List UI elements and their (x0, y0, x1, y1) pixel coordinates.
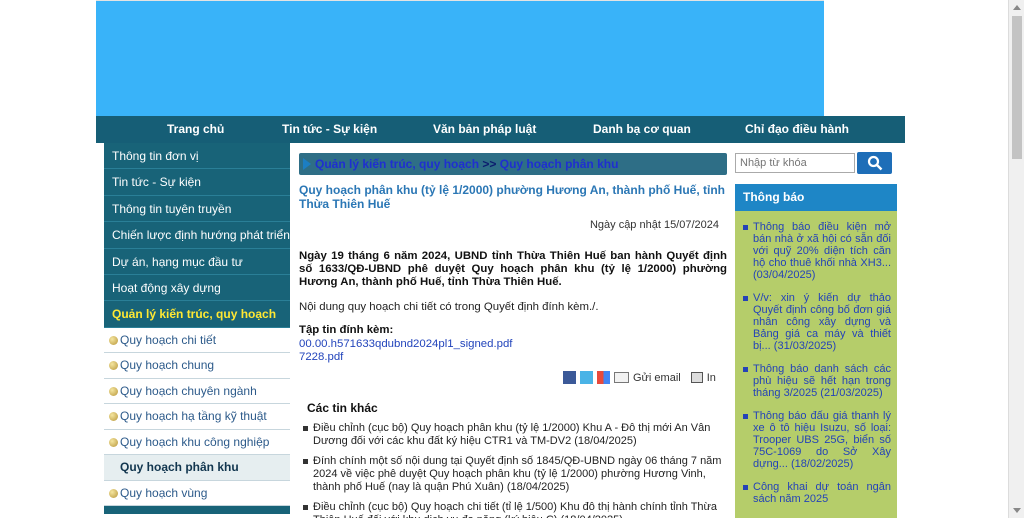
search-button[interactable] (857, 152, 892, 174)
header-banner (96, 0, 824, 116)
sidebar-item-partial (104, 506, 290, 515)
page-scrollbar[interactable] (1008, 0, 1024, 518)
sidebar-subitem-detailed[interactable]: Quy hoạch chi tiết (104, 327, 290, 354)
twitter-icon[interactable] (580, 371, 593, 384)
sidebar-subitem-general[interactable]: Quy hoạch chung (104, 353, 290, 379)
sidebar: Thông tin đơn vị Tin tức - Sự kiện Thông… (104, 143, 290, 518)
other-news-list: Điều chỉnh (cục bộ) Quy hoạch phân khu (… (301, 422, 727, 518)
main-content: Quản lý kiến trúc, quy hoạch >> Quy hoạc… (291, 143, 735, 518)
arrow-right-icon (303, 158, 311, 170)
sidebar-item-unit-info[interactable]: Thông tin đơn vị (104, 143, 290, 170)
notices-list: Thông báo điều kiện mở bán nhà ở xã hội … (735, 211, 897, 518)
sidebar-item-news[interactable]: Tin tức - Sự kiện (104, 169, 290, 196)
scroll-down-icon[interactable] (1013, 508, 1021, 513)
sidebar-subitem-industrial[interactable]: Quy hoạch khu công nghiệp (104, 429, 290, 456)
top-navigation: Trang chủ Tin tức - Sự kiện Văn bản pháp… (96, 116, 905, 143)
nav-directives[interactable]: Chỉ đạo điều hành (745, 122, 849, 136)
sidebar-subitem-label: Quy hoạch chuyên ngành (120, 383, 257, 398)
notice-item[interactable]: Thông báo điều kiện mở bán nhà ở xã hội … (743, 221, 891, 281)
notice-item[interactable]: Thông báo đấu giá thanh lý xe ô tô hiệu … (743, 410, 891, 470)
sidebar-subitem-label: Quy hoạch chi tiết (120, 332, 217, 347)
sidebar-item-projects[interactable]: Dự án, hạng mục đầu tư (104, 248, 290, 275)
google-icon[interactable] (597, 371, 610, 384)
notices-heading: Thông báo (735, 184, 897, 211)
breadcrumb-parent-link[interactable]: Quản lý kiến trúc, quy hoạch (315, 157, 479, 171)
notice-item[interactable]: Thông báo danh sách các phù hiệu sẽ hết … (743, 363, 891, 399)
breadcrumb: Quản lý kiến trúc, quy hoạch >> Quy hoạc… (299, 153, 727, 175)
article-body: Nội dung quy hoạch chi tiết có trong Quy… (299, 301, 599, 313)
sidebar-subitem-label: Quy hoạch hạ tầng kỹ thuật (120, 409, 267, 424)
sidebar-subitem-infrastructure[interactable]: Quy hoạch hạ tầng kỹ thuật (104, 404, 290, 430)
email-icon[interactable] (614, 372, 629, 383)
scroll-thumb[interactable] (1012, 16, 1022, 159)
other-news-heading: Các tin khác (307, 401, 378, 415)
nav-legal-docs[interactable]: Văn bản pháp luật (433, 122, 536, 136)
notice-item[interactable]: V/v: xin ý kiến dự thảo Quyết định công … (743, 292, 891, 352)
article-lead: Ngày 19 tháng 6 năm 2024, UBND tỉnh Thừa… (299, 250, 727, 288)
article-updated-date: Ngày cập nhật 15/07/2024 (589, 219, 719, 231)
nav-home[interactable]: Trang chủ (167, 122, 224, 136)
bullet-icon (109, 361, 118, 371)
sidebar-item-propaganda[interactable]: Thông tin tuyên truyền (104, 195, 290, 223)
page: Trang chủ Tin tức - Sự kiện Văn bản pháp… (0, 0, 1024, 518)
nav-directory[interactable]: Danh bạ cơ quan (593, 122, 691, 136)
other-news-item[interactable]: Điều chỉnh (cục bộ) Quy hoạch chi tiết (… (301, 501, 727, 518)
article-title: Quy hoạch phân khu (tỷ lệ 1/2000) phường… (299, 183, 726, 211)
sidebar-subitem-zoning[interactable]: Quy hoạch phân khu (104, 455, 290, 481)
print-link[interactable]: In (707, 372, 716, 384)
sidebar-subitem-label: Quy hoạch khu công nghiệp (120, 434, 270, 449)
bullet-icon (109, 412, 118, 422)
attachment-link[interactable]: 00.00.h571633qdubnd2024pl1_signed.pdf (299, 338, 512, 350)
sidebar-item-strategy[interactable]: Chiến lược định hướng phát triển (104, 222, 290, 249)
other-news-item[interactable]: Đính chính một số nội dung tại Quyết địn… (301, 455, 727, 494)
sidebar-item-planning[interactable]: Quản lý kiến trúc, quy hoạch (104, 301, 290, 328)
sidebar-subitem-regional[interactable]: Quy hoạch vùng (104, 480, 290, 507)
nav-news[interactable]: Tin tức - Sự kiện (282, 122, 377, 136)
share-bar: Gửi email In (563, 371, 722, 384)
notice-item[interactable]: Công khai dự toán ngân sách năm 2025 (743, 481, 891, 505)
scroll-up-icon[interactable] (1013, 5, 1021, 10)
print-icon[interactable] (690, 372, 703, 383)
attachment-link[interactable]: 7228.pdf (299, 351, 343, 363)
search-icon (867, 155, 883, 171)
bullet-icon (109, 488, 118, 498)
sidebar-subitem-specialized[interactable]: Quy hoạch chuyên ngành (104, 378, 290, 405)
bullet-icon (109, 386, 118, 396)
sidebar-item-construction[interactable]: Hoạt động xây dựng (104, 274, 290, 302)
bullet-icon (109, 335, 118, 345)
breadcrumb-separator: >> (482, 157, 497, 171)
sidebar-subitem-label: Quy hoạch vùng (120, 485, 208, 500)
search-input[interactable] (735, 153, 855, 173)
facebook-icon[interactable] (563, 371, 576, 384)
breadcrumb-current-link[interactable]: Quy hoạch phân khu (500, 157, 619, 171)
sidebar-subitem-label: Quy hoạch phân khu (120, 460, 239, 475)
bullet-icon (109, 437, 118, 447)
other-news-item[interactable]: Điều chỉnh (cục bộ) Quy hoạch phân khu (… (301, 422, 727, 448)
right-column: Thông báo Thông báo điều kiện mở bán nhà… (735, 143, 905, 518)
attachments-label: Tập tin đính kèm: (299, 324, 394, 336)
sidebar-subitem-label: Quy hoạch chung (120, 358, 215, 373)
send-email-link[interactable]: Gửi email (633, 372, 681, 384)
